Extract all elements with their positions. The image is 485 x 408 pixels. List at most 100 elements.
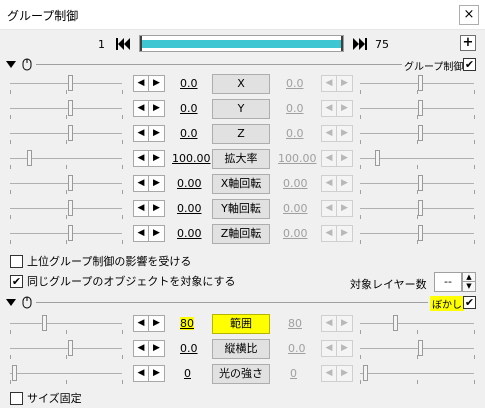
start-value[interactable]: 0: [184, 367, 191, 380]
end-value[interactable]: 0.00: [283, 177, 308, 190]
arrow-right-icon[interactable]: ▶: [337, 76, 352, 91]
end-slider-thumb[interactable]: [418, 175, 423, 191]
end-value[interactable]: 0.0: [288, 342, 306, 355]
arrow-right-icon[interactable]: ▶: [149, 316, 164, 331]
end-value[interactable]: 80: [288, 317, 302, 330]
param-button-x[interactable]: X: [212, 74, 270, 94]
fast-forward-icon[interactable]: [351, 35, 369, 53]
arrow-left-icon[interactable]: ◀: [134, 151, 149, 166]
arrow-left-icon[interactable]: ◀: [134, 316, 149, 331]
arrow-left-icon[interactable]: ◀: [134, 101, 149, 116]
start-value[interactable]: 100.00: [172, 152, 211, 165]
arrow-right-icon[interactable]: ▶: [337, 226, 352, 241]
start-slider-thumb[interactable]: [68, 340, 73, 356]
spin-down-icon[interactable]: ▼: [463, 282, 475, 291]
start-value-spinner[interactable]: ◀ ▶: [133, 200, 165, 217]
arrow-left-icon[interactable]: ◀: [134, 341, 149, 356]
start-value-spinner[interactable]: ◀ ▶: [133, 340, 165, 357]
start-slider-thumb[interactable]: [27, 150, 32, 166]
start-slider-thumb[interactable]: [68, 75, 73, 91]
fixed-size-option[interactable]: サイズ固定: [10, 390, 82, 406]
end-slider-thumb[interactable]: [418, 125, 423, 141]
arrow-left-icon[interactable]: ◀: [134, 76, 149, 91]
end-slider-track[interactable]: [360, 373, 474, 374]
param-button-x-rot[interactable]: X軸回転: [212, 174, 270, 194]
end-value[interactable]: 0.00: [283, 227, 308, 240]
fixed-size-checkbox[interactable]: [10, 391, 23, 405]
param-button-range[interactable]: 範囲: [212, 314, 270, 334]
param-button-y-rot[interactable]: Y軸回転: [212, 199, 270, 219]
start-value-spinner[interactable]: ◀ ▶: [133, 225, 165, 242]
arrow-left-icon[interactable]: ◀: [134, 126, 149, 141]
end-value-spinner[interactable]: ◀ ▶: [321, 150, 353, 167]
end-value[interactable]: 0.0: [286, 102, 304, 115]
end-slider-thumb[interactable]: [418, 100, 423, 116]
arrow-right-icon[interactable]: ▶: [337, 341, 352, 356]
end-value[interactable]: 100.00: [278, 152, 317, 165]
arrow-left-icon[interactable]: ◀: [134, 176, 149, 191]
target-layers-spinner[interactable]: ▲ ▼: [462, 272, 476, 292]
end-value[interactable]: 0.0: [286, 77, 304, 90]
param-button-z[interactable]: Z: [212, 124, 270, 144]
start-value-spinner[interactable]: ◀ ▶: [133, 175, 165, 192]
end-slider-track[interactable]: [360, 133, 474, 134]
end-slider-track[interactable]: [360, 83, 474, 84]
timeline-bar[interactable]: [139, 35, 344, 52]
spin-up-icon[interactable]: ▲: [463, 273, 475, 282]
collapse-triangle-icon[interactable]: [6, 61, 16, 68]
arrow-left-icon[interactable]: ◀: [134, 226, 149, 241]
start-slider-track[interactable]: [10, 323, 122, 324]
start-value-spinner[interactable]: ◀ ▶: [133, 150, 165, 167]
start-value-spinner[interactable]: ◀ ▶: [133, 125, 165, 142]
start-value-spinner[interactable]: ◀ ▶: [133, 315, 165, 332]
start-value-spinner[interactable]: ◀ ▶: [133, 75, 165, 92]
arrow-right-icon[interactable]: ▶: [149, 176, 164, 191]
target-layers-input[interactable]: --: [434, 272, 462, 292]
same-group-checkbox[interactable]: ✔: [10, 274, 23, 288]
arrow-right-icon[interactable]: ▶: [337, 101, 352, 116]
rewind-icon[interactable]: [114, 35, 132, 53]
start-value[interactable]: 0.0: [180, 127, 198, 140]
arrow-right-icon[interactable]: ▶: [337, 316, 352, 331]
start-slider-track[interactable]: [10, 83, 122, 84]
arrow-right-icon[interactable]: ▶: [337, 201, 352, 216]
arrow-right-icon[interactable]: ▶: [337, 176, 352, 191]
end-value-spinner[interactable]: ◀ ▶: [321, 225, 353, 242]
arrow-right-icon[interactable]: ▶: [337, 151, 352, 166]
param-button-scale[interactable]: 拡大率: [212, 149, 270, 169]
param-button-z-rot[interactable]: Z軸回転: [212, 224, 270, 244]
start-slider-track[interactable]: [10, 108, 122, 109]
timeline-start-marker[interactable]: [140, 36, 142, 51]
start-slider-track[interactable]: [10, 373, 122, 374]
start-slider-thumb[interactable]: [68, 100, 73, 116]
arrow-left-icon[interactable]: ◀: [322, 76, 337, 91]
arrow-left-icon[interactable]: ◀: [322, 101, 337, 116]
arrow-right-icon[interactable]: ▶: [149, 201, 164, 216]
arrow-right-icon[interactable]: ▶: [337, 126, 352, 141]
start-slider-track[interactable]: [10, 183, 122, 184]
start-value[interactable]: 0.0: [180, 77, 198, 90]
start-slider-track[interactable]: [10, 233, 122, 234]
group-control-checkbox[interactable]: ✔: [463, 58, 476, 71]
timeline-end-marker[interactable]: [341, 36, 343, 51]
upper-group-option[interactable]: 上位グループ制御の影響を受ける: [10, 253, 191, 269]
arrow-right-icon[interactable]: ▶: [149, 341, 164, 356]
end-value-spinner[interactable]: ◀ ▶: [321, 125, 353, 142]
end-value-spinner[interactable]: ◀ ▶: [321, 175, 353, 192]
start-value[interactable]: 80: [180, 317, 194, 330]
end-value[interactable]: 0.00: [283, 202, 308, 215]
arrow-right-icon[interactable]: ▶: [149, 101, 164, 116]
end-slider-track[interactable]: [360, 233, 474, 234]
start-value[interactable]: 0.0: [180, 342, 198, 355]
same-group-option[interactable]: ✔ 同じグループのオブジェクトを対象にする: [10, 273, 235, 289]
start-value[interactable]: 0.00: [177, 202, 202, 215]
arrow-right-icon[interactable]: ▶: [149, 366, 164, 381]
arrow-right-icon[interactable]: ▶: [149, 126, 164, 141]
start-slider-thumb[interactable]: [68, 125, 73, 141]
arrow-left-icon[interactable]: ◀: [134, 366, 149, 381]
end-slider-track[interactable]: [360, 208, 474, 209]
start-value[interactable]: 0.00: [177, 177, 202, 190]
arrow-left-icon[interactable]: ◀: [322, 201, 337, 216]
add-filter-button[interactable]: +: [460, 35, 476, 51]
start-value[interactable]: 0.00: [177, 227, 202, 240]
